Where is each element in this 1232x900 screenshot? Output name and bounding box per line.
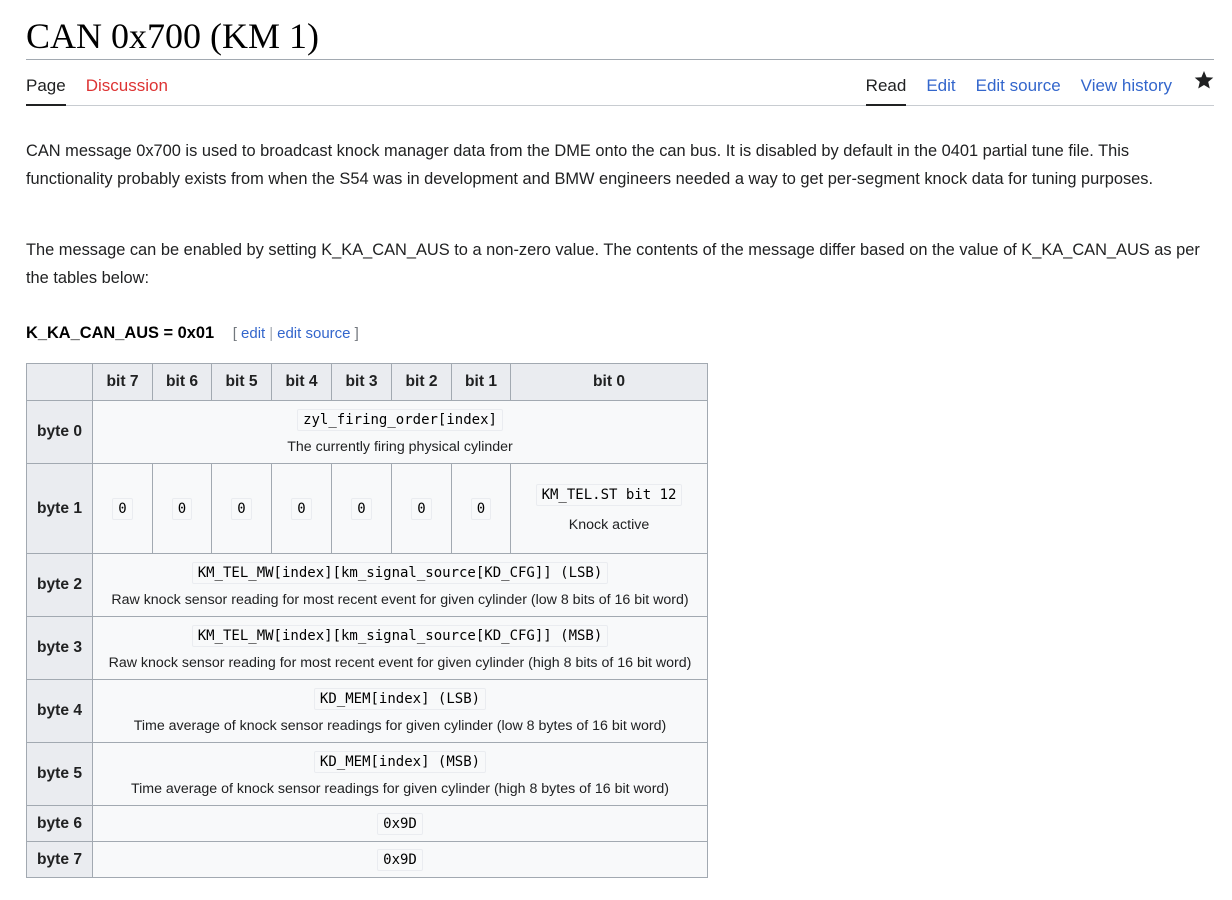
byte-2-desc: Raw knock sensor reading for most recent… bbox=[111, 591, 689, 608]
byte-0-desc: The currently firing physical cylinder bbox=[287, 438, 513, 455]
edit-section-links: [ edit | edit source ] bbox=[233, 325, 359, 342]
bracket-open: [ bbox=[232, 325, 237, 342]
wiki-page: CAN 0x700 (KM 1) Page Discussion Read Ed… bbox=[0, 0, 1232, 900]
header-bit-4: bit 4 bbox=[271, 363, 332, 401]
intro-paragraph: CAN message 0x700 is used to broadcast k… bbox=[26, 142, 1154, 188]
page-tabs-bar: Page Discussion Read Edit Edit source Vi… bbox=[26, 70, 1214, 106]
title-divider bbox=[26, 59, 1214, 60]
table-row: byte 2 KM_TEL_MW[index][km_signal_source… bbox=[26, 553, 708, 617]
tab-read[interactable]: Read bbox=[865, 72, 907, 106]
header-bit-5: bit 5 bbox=[211, 363, 272, 401]
byte-3-cell: KM_TEL_MW[index][km_signal_source[KD_CFG… bbox=[92, 616, 708, 680]
bit-value: 0 bbox=[411, 497, 432, 520]
table-row: byte 6 0x9D bbox=[26, 805, 708, 842]
byte-6-code: 0x9D bbox=[377, 812, 423, 835]
table-row: byte 3 KM_TEL_MW[index][km_signal_source… bbox=[26, 616, 708, 680]
star-icon[interactable] bbox=[1194, 70, 1214, 90]
byte-5-desc: Time average of knock sensor readings fo… bbox=[130, 780, 670, 797]
header-bit-3: bit 3 bbox=[331, 363, 392, 401]
byte-1-bit-7: 0 bbox=[92, 463, 153, 554]
header-bit-1: bit 1 bbox=[451, 363, 511, 401]
bit-value: 0 bbox=[112, 497, 133, 520]
tab-edit-source[interactable]: Edit source bbox=[976, 72, 1061, 106]
table-row: byte 4 KD_MEM[index] (LSB) Time average … bbox=[26, 679, 708, 743]
byte-3-code: KM_TEL_MW[index][km_signal_source[KD_CFG… bbox=[191, 624, 609, 647]
bit-value: 0 bbox=[351, 497, 372, 520]
section-heading: K_KA_CAN_AUS = 0x01 [ edit | edit source ] bbox=[26, 319, 359, 348]
table-row: byte 5 KD_MEM[index] (MSB) Time average … bbox=[26, 742, 708, 806]
byte-5-cell: KD_MEM[index] (MSB) Time average of knoc… bbox=[92, 742, 708, 806]
row-header-byte-2: byte 2 bbox=[26, 553, 93, 617]
byte-4-code: KD_MEM[index] (LSB) bbox=[313, 687, 487, 710]
row-header-byte-7: byte 7 bbox=[26, 841, 93, 878]
row-header-byte-3: byte 3 bbox=[26, 616, 93, 680]
row-header-byte-4: byte 4 bbox=[26, 679, 93, 743]
bit-value: 0 bbox=[470, 497, 492, 520]
table-header-row: bit 7 bit 6 bit 5 bit 4 bit 3 bit 2 bit … bbox=[26, 363, 708, 401]
tab-view-history[interactable]: View history bbox=[1081, 72, 1172, 106]
enable-paragraph: The message can be enabled by setting K_… bbox=[26, 241, 1200, 287]
section-title: K_KA_CAN_AUS = 0x01 bbox=[26, 324, 215, 342]
header-bit-2: bit 2 bbox=[391, 363, 452, 401]
section-edit-source-link[interactable]: edit source bbox=[277, 325, 350, 342]
corner-header bbox=[26, 363, 93, 401]
byte-1-bit-1: 0 bbox=[451, 463, 511, 554]
byte-1-bit-2: 0 bbox=[391, 463, 452, 554]
tab-discussion[interactable]: Discussion bbox=[86, 72, 168, 106]
byte-4-desc: Time average of knock sensor readings fo… bbox=[133, 717, 667, 734]
bit-value: 0 bbox=[291, 497, 312, 520]
byte-2-cell: KM_TEL_MW[index][km_signal_source[KD_CFG… bbox=[92, 553, 708, 617]
byte-3-desc: Raw knock sensor reading for most recent… bbox=[108, 654, 692, 671]
row-header-byte-1: byte 1 bbox=[26, 463, 93, 554]
header-bit-0: bit 0 bbox=[510, 363, 708, 401]
byte-7-cell: 0x9D bbox=[92, 841, 708, 878]
page-title: CAN 0x700 (KM 1) bbox=[26, 16, 319, 56]
row-header-byte-6: byte 6 bbox=[26, 805, 93, 842]
bit-value: 0 bbox=[171, 497, 193, 520]
edit-separator: | bbox=[269, 325, 274, 342]
byte-4-cell: KD_MEM[index] (LSB) Time average of knoc… bbox=[92, 679, 708, 743]
byte-1-bit-3: 0 bbox=[331, 463, 392, 554]
view-tabs: Read Edit Edit source View history bbox=[846, 70, 1214, 106]
namespace-tabs: Page Discussion bbox=[26, 72, 188, 106]
table-row: byte 0 zyl_firing_order[index] The curre… bbox=[26, 400, 708, 464]
byte-0-code: zyl_firing_order[index] bbox=[297, 408, 503, 431]
byte-1-bit-0: KM_TEL.ST bit 12 Knock active bbox=[510, 463, 708, 554]
byte-5-code: KD_MEM[index] (MSB) bbox=[313, 750, 487, 773]
row-header-byte-5: byte 5 bbox=[26, 742, 93, 806]
tab-page[interactable]: Page bbox=[26, 72, 66, 106]
byte-0-cell: zyl_firing_order[index] The currently fi… bbox=[92, 400, 708, 464]
byte-1-bit-6: 0 bbox=[152, 463, 212, 554]
bit-0-code: KM_TEL.ST bit 12 bbox=[535, 483, 683, 506]
byte-7-code: 0x9D bbox=[377, 848, 423, 871]
can-message-table: bit 7 bit 6 bit 5 bit 4 bit 3 bit 2 bit … bbox=[26, 363, 708, 878]
header-bit-6: bit 6 bbox=[152, 363, 212, 401]
row-header-byte-0: byte 0 bbox=[26, 400, 93, 464]
bit-value: 0 bbox=[231, 497, 252, 520]
header-bit-7: bit 7 bbox=[92, 363, 153, 401]
table-row: byte 1 0 0 0 0 0 0 0 KM_TEL.ST bit 12 Kn… bbox=[26, 463, 708, 554]
byte-6-cell: 0x9D bbox=[92, 805, 708, 842]
bracket-close: ] bbox=[354, 325, 359, 342]
byte-1-bit-4: 0 bbox=[271, 463, 332, 554]
tab-edit[interactable]: Edit bbox=[926, 72, 955, 106]
bit-0-desc: Knock active bbox=[568, 516, 650, 533]
byte-1-bit-5: 0 bbox=[211, 463, 272, 554]
byte-2-code: KM_TEL_MW[index][km_signal_source[KD_CFG… bbox=[191, 561, 609, 584]
section-edit-link[interactable]: edit bbox=[241, 325, 265, 342]
table-row: byte 7 0x9D bbox=[26, 841, 708, 878]
